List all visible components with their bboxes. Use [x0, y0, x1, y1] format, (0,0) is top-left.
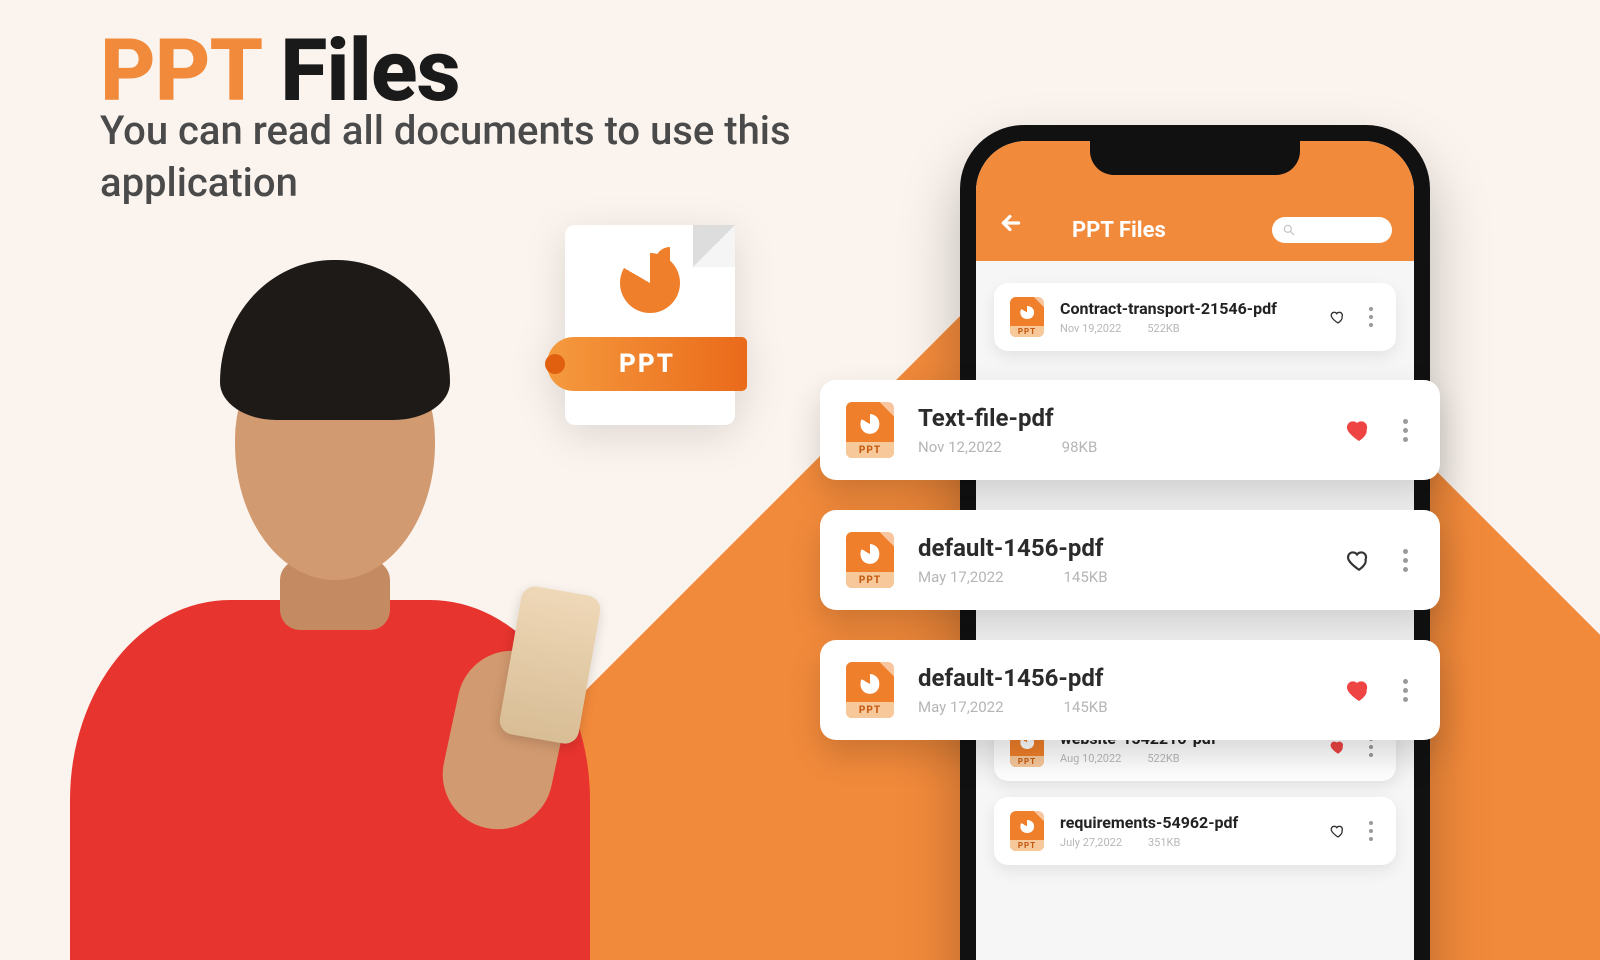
favorite-button[interactable] [1330, 739, 1346, 755]
favorite-button[interactable] [1330, 309, 1346, 325]
file-size: 98KB [1062, 438, 1098, 456]
file-title: default-1456-pdf [918, 664, 1322, 692]
ppt-file-icon: PPT [565, 225, 735, 425]
file-title: Contract-transport-21546-pdf [1060, 299, 1314, 318]
file-size: 351KB [1148, 836, 1180, 849]
more-button[interactable] [1396, 549, 1414, 572]
arrow-left-icon [998, 210, 1024, 236]
ppt-ribbon-label: PPT [547, 337, 747, 391]
file-date: Nov 12,2022 [918, 438, 1002, 456]
search-icon [1282, 223, 1296, 237]
file-title: Text-file-pdf [918, 404, 1322, 432]
ppt-thumb-icon: PPT [1010, 811, 1044, 851]
file-size: 522KB [1147, 752, 1179, 765]
search-input[interactable] [1272, 217, 1392, 243]
ppt-thumb-icon: PPT [846, 662, 894, 718]
file-row[interactable]: PPT Contract-transport-21546-pdf Nov 19,… [994, 283, 1396, 351]
person-illustration [70, 270, 590, 960]
more-button[interactable] [1362, 821, 1380, 841]
favorite-button[interactable] [1346, 547, 1372, 573]
favorite-button[interactable] [1346, 677, 1372, 703]
file-row[interactable]: PPT default-1456-pdf May 17,2022 145KB [820, 510, 1440, 610]
file-size: 522KB [1147, 322, 1179, 335]
favorite-button[interactable] [1346, 417, 1372, 443]
more-button[interactable] [1396, 419, 1414, 442]
more-button[interactable] [1362, 737, 1380, 757]
file-title: requirements-54962-pdf [1060, 813, 1314, 832]
promo-stage: PPT Files You can read all documents to … [0, 0, 1600, 960]
phone-notch [1090, 141, 1300, 175]
subtitle: You can read all documents to use this a… [100, 105, 800, 209]
favorite-button[interactable] [1330, 823, 1346, 839]
back-button[interactable] [998, 210, 1024, 243]
file-date: July 27,2022 [1060, 836, 1122, 849]
highlighted-file-list: PPT Text-file-pdf Nov 12,2022 98KB PPT de… [820, 380, 1440, 740]
more-button[interactable] [1362, 307, 1380, 327]
ppt-thumb-icon: PPT [846, 402, 894, 458]
file-date: May 17,2022 [918, 698, 1004, 716]
file-size: 145KB [1064, 698, 1108, 716]
file-size: 145KB [1064, 568, 1108, 586]
file-date: Aug 10,2022 [1060, 752, 1121, 765]
ppt-thumb-icon: PPT [846, 532, 894, 588]
file-row[interactable]: PPT default-1456-pdf May 17,2022 145KB [820, 640, 1440, 740]
file-row[interactable]: PPT Text-file-pdf Nov 12,2022 98KB [820, 380, 1440, 480]
more-button[interactable] [1396, 679, 1414, 702]
file-date: May 17,2022 [918, 568, 1004, 586]
file-row[interactable]: PPT requirements-54962-pdf July 27,2022 3… [994, 797, 1396, 865]
file-date: Nov 19,2022 [1060, 322, 1121, 335]
app-title: PPT Files [1072, 218, 1166, 243]
file-title: default-1456-pdf [918, 534, 1322, 562]
ppt-thumb-icon: PPT [1010, 297, 1044, 337]
